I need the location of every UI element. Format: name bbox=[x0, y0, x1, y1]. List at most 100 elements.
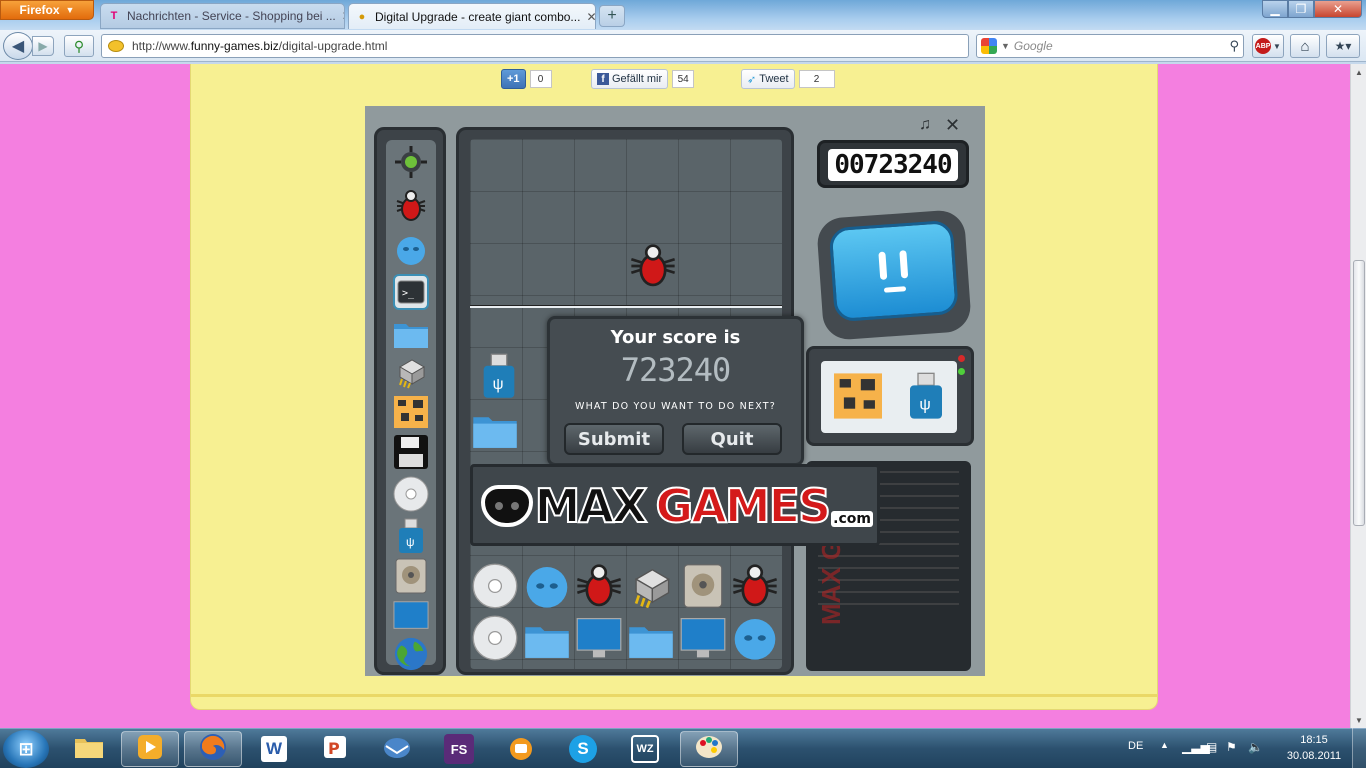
taskbar-thunderbird[interactable] bbox=[368, 731, 426, 767]
forward-arrow-icon: ▶ bbox=[38, 39, 48, 53]
magnifier-icon: ⚲ bbox=[73, 37, 85, 54]
bookmarks-button[interactable]: ★▾ bbox=[1326, 34, 1360, 58]
home-button[interactable]: ⌂ bbox=[1290, 34, 1320, 58]
taskbar-wz[interactable]: WZ bbox=[616, 731, 674, 767]
game-close-icon[interactable]: ✕ bbox=[945, 115, 960, 136]
gamepad-icon bbox=[481, 485, 533, 527]
maxgames-banner[interactable]: MAX GAMES .com bbox=[470, 464, 880, 546]
action-center-flag-icon[interactable]: ⚑ bbox=[1226, 740, 1237, 754]
folder-icon bbox=[74, 735, 104, 763]
facebook-like-button[interactable]: f Gefällt mir bbox=[591, 69, 669, 89]
svg-text:ψ: ψ bbox=[406, 535, 415, 549]
minimize-button[interactable]: ▁ bbox=[1262, 0, 1288, 18]
volume-icon[interactable]: 🔈 bbox=[1248, 740, 1263, 754]
quit-button[interactable]: Quit bbox=[682, 423, 782, 455]
footer-band bbox=[191, 694, 1157, 697]
google-icon[interactable] bbox=[981, 38, 997, 54]
score-display: 00723240 bbox=[828, 149, 958, 181]
address-bar[interactable]: http://www.funny-games.biz/digital-upgra… bbox=[101, 34, 1061, 58]
taskbar-word[interactable]: W bbox=[245, 731, 303, 767]
danger-line bbox=[470, 305, 782, 308]
search-placeholder: Google bbox=[1013, 39, 1053, 53]
show-hidden-icons-icon[interactable]: ▲ bbox=[1160, 740, 1169, 750]
search-icon[interactable]: ⚲ bbox=[1229, 38, 1239, 54]
fs-icon: FS bbox=[444, 734, 474, 764]
hard-drive-icon bbox=[393, 558, 429, 594]
game-canvas[interactable]: ♫ ✕ >_ ψ ψ 00723240 ψ MAX GA Your score … bbox=[365, 106, 985, 676]
hard-drive-icon bbox=[680, 563, 726, 609]
taskbar-skype[interactable]: S bbox=[554, 731, 612, 767]
facebook-like-widget: f Gefällt mir 54 bbox=[591, 69, 695, 89]
svg-text:ψ: ψ bbox=[919, 396, 930, 413]
facebook-icon: f bbox=[597, 73, 609, 85]
tab-digital-upgrade[interactable]: ● Digital Upgrade - create giant combo..… bbox=[348, 3, 596, 29]
media-player-icon bbox=[136, 733, 164, 765]
final-score: 723240 bbox=[620, 351, 732, 389]
clock-time[interactable]: 18:15 bbox=[1294, 734, 1334, 746]
url-text: http://www.funny-games.biz/digital-upgra… bbox=[132, 39, 388, 53]
taskbar-paint[interactable] bbox=[680, 731, 738, 767]
music-toggle-icon[interactable]: ♫ bbox=[919, 116, 931, 134]
tweet-button[interactable]: ➶ Tweet bbox=[741, 69, 795, 89]
forward-button[interactable]: ▶ bbox=[32, 36, 54, 56]
floppy-disk-icon bbox=[393, 434, 429, 470]
svg-text:P: P bbox=[328, 739, 340, 758]
globe-icon bbox=[393, 636, 429, 672]
show-desktop-button[interactable] bbox=[1352, 728, 1366, 768]
tab-close-icon[interactable]: ✕ bbox=[586, 10, 595, 24]
taskbar-firefox[interactable] bbox=[184, 731, 242, 767]
tweet-count: 2 bbox=[798, 70, 835, 88]
taskbar-vlc[interactable] bbox=[492, 731, 550, 767]
monitor-face-icon bbox=[832, 223, 956, 319]
cd-disc-icon bbox=[472, 615, 518, 661]
addon-button[interactable]: ⚲ bbox=[64, 35, 94, 57]
cd-disc-icon bbox=[393, 476, 429, 512]
maximize-button[interactable]: ❐ bbox=[1288, 0, 1314, 18]
thunderbird-icon bbox=[382, 734, 412, 764]
tab-close-icon[interactable]: ✕ bbox=[342, 9, 344, 23]
firefox-menu-button[interactable]: Firefox ▼ bbox=[0, 0, 94, 20]
submit-button[interactable]: Submit bbox=[564, 423, 664, 455]
maxgames-logo[interactable]: MAX GAMES .com bbox=[481, 475, 873, 537]
scroll-thumb[interactable] bbox=[1353, 260, 1365, 526]
start-button[interactable]: ⊞ bbox=[3, 730, 49, 768]
svg-text:>_: >_ bbox=[402, 288, 415, 299]
taskbar-fs[interactable]: FS bbox=[430, 731, 488, 767]
score-title: Your score is bbox=[610, 327, 741, 348]
folder-icon bbox=[393, 316, 429, 352]
tab-nachrichten[interactable]: T Nachrichten - Service - Shopping bei .… bbox=[100, 3, 345, 29]
new-tab-button[interactable]: + bbox=[599, 5, 625, 27]
clock-date[interactable]: 30.08.2011 bbox=[1282, 750, 1346, 762]
close-window-button[interactable]: ✕ bbox=[1314, 0, 1362, 18]
back-button[interactable]: ◀ bbox=[3, 32, 33, 60]
blue-creature-icon bbox=[524, 563, 570, 609]
twitter-bird-icon: ➶ bbox=[747, 73, 757, 86]
taskbar-explorer[interactable] bbox=[60, 731, 118, 767]
monitor-icon bbox=[680, 615, 726, 661]
back-arrow-icon: ◀ bbox=[11, 38, 25, 55]
close-icon: ✕ bbox=[1332, 2, 1344, 16]
taskbar-media-player[interactable] bbox=[121, 731, 179, 767]
tv-icon bbox=[507, 733, 535, 765]
adblock-button[interactable]: ABP ▼ bbox=[1252, 34, 1284, 58]
wz-icon: WZ bbox=[631, 735, 659, 763]
device-icon[interactable]: ▤ bbox=[1206, 740, 1217, 754]
bookmarks-icon: ★▾ bbox=[1334, 39, 1352, 53]
search-bar[interactable]: ▼ Google ⚲ bbox=[976, 34, 1244, 58]
search-engine-dropdown-icon[interactable]: ▼ bbox=[1001, 41, 1010, 51]
scroll-down-arrow-icon[interactable]: ▼ bbox=[1351, 712, 1366, 728]
blue-creature-icon bbox=[393, 232, 429, 268]
minimize-icon: ▁ bbox=[1270, 2, 1280, 16]
usb-stick-icon: ψ bbox=[906, 371, 946, 424]
terminal-icon: >_ bbox=[393, 274, 429, 310]
folder-icon bbox=[628, 617, 674, 663]
taskbar-powerpoint[interactable]: P bbox=[306, 731, 364, 767]
language-indicator[interactable]: DE bbox=[1128, 740, 1143, 752]
page-scrollbar[interactable]: ▲ ▼ bbox=[1350, 64, 1366, 728]
plusone-button[interactable]: +1 bbox=[501, 69, 526, 89]
score-panel: 00723240 bbox=[817, 140, 969, 188]
dropdown-arrow-icon: ▼ bbox=[65, 5, 75, 15]
item-toolbar: >_ ψ bbox=[374, 127, 446, 675]
scroll-up-arrow-icon[interactable]: ▲ bbox=[1351, 64, 1366, 80]
adblock-icon: ABP bbox=[1255, 38, 1272, 54]
